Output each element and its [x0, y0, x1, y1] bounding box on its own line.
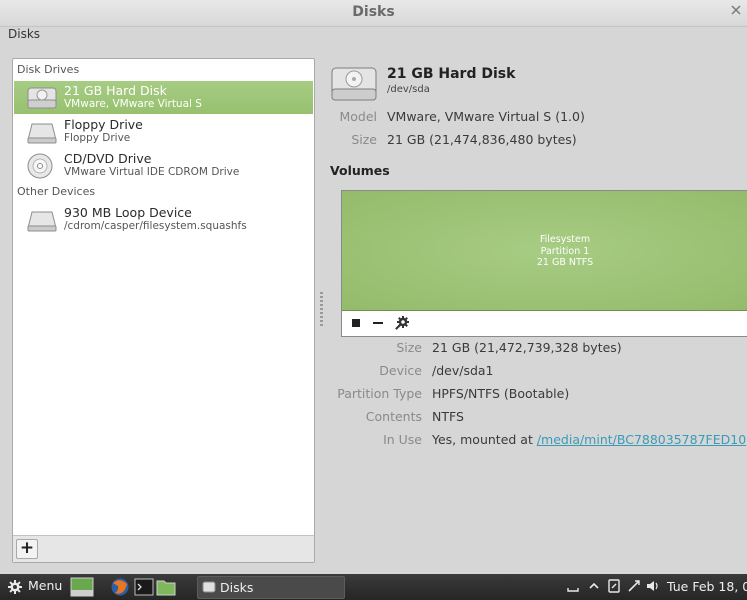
drive-subtitle: /cdrom/casper/filesystem.squashfs: [64, 220, 247, 232]
contents-value: NTFS: [432, 409, 464, 424]
taskbar-window-disks[interactable]: Disks: [197, 576, 345, 599]
gear-icon[interactable]: [394, 315, 410, 331]
volume-size-value: 21 GB (21,472,739,328 bytes): [432, 340, 622, 355]
volumes-header: Volumes: [330, 163, 390, 178]
volume-device-label: Device: [379, 363, 422, 378]
drive-item-cdrom[interactable]: CD/DVD Drive VMware Virtual IDE CDROM Dr…: [14, 149, 313, 182]
update-manager-icon[interactable]: [607, 579, 621, 593]
menu-disks[interactable]: Disks: [8, 27, 40, 41]
volume-device-value: /dev/sda1: [432, 363, 494, 378]
drive-item-floppy[interactable]: Floppy Drive Floppy Drive: [14, 115, 313, 148]
partition-line-3: 21 GB NTFS: [536, 257, 594, 268]
in-use-value: Yes, mounted at /media/mint/BC788035787F…: [432, 432, 746, 447]
drive-item-loop-device[interactable]: 930 MB Loop Device /cdrom/casper/filesys…: [14, 203, 313, 236]
taskbar: Menu Disks Tue Feb 18, 0: [0, 574, 747, 600]
loop-device-icon: [27, 211, 57, 232]
volume-icon[interactable]: [646, 579, 660, 593]
other-devices-header: Other Devices: [17, 185, 96, 198]
in-use-label: In Use: [383, 432, 422, 447]
partition-line-2: Partition 1: [540, 246, 590, 257]
window-titlebar: Disks: [0, 0, 747, 27]
volume-map: Filesystem Partition 1 21 GB NTFS: [341, 190, 747, 337]
hard-disk-icon: [27, 87, 57, 109]
partition-1-block[interactable]: Filesystem Partition 1 21 GB NTFS: [342, 191, 747, 311]
menu-gear-icon[interactable]: [7, 579, 23, 595]
in-use-prefix: Yes, mounted at: [432, 432, 537, 447]
chevron-up-icon[interactable]: [587, 579, 601, 593]
taskbar-window-label: Disks: [220, 580, 254, 595]
firefox-icon[interactable]: [110, 577, 130, 597]
drive-list-toolbar: +: [13, 535, 314, 562]
contents-label: Contents: [365, 409, 422, 424]
terminal-icon[interactable]: [134, 577, 154, 597]
add-disk-image-button[interactable]: +: [16, 539, 38, 559]
disk-drives-header: Disk Drives: [17, 63, 80, 76]
drive-name: CD/DVD Drive: [64, 151, 152, 166]
show-desktop-icon[interactable]: [70, 577, 94, 597]
taskbar-clock[interactable]: Tue Feb 18, 0: [667, 579, 747, 594]
window-close-button[interactable]: [731, 3, 741, 19]
delete-partition-button[interactable]: [370, 315, 386, 331]
disk-device-path: /dev/sda: [387, 84, 430, 95]
drive-name: 21 GB Hard Disk: [64, 83, 167, 98]
drive-subtitle: Floppy Drive: [64, 132, 131, 144]
close-icon: [731, 5, 741, 15]
volume-size-label: Size: [396, 340, 422, 355]
optical-drive-icon: [27, 153, 53, 179]
size-value: 21 GB (21,474,836,480 bytes): [387, 132, 577, 147]
drive-item-hard-disk[interactable]: 21 GB Hard Disk VMware, VMware Virtual S: [14, 81, 313, 114]
unmount-button[interactable]: [348, 315, 364, 331]
partition-type-label: Partition Type: [337, 386, 422, 401]
size-label: Size: [351, 132, 377, 147]
workspace-icon[interactable]: [566, 579, 580, 593]
volume-toolbar: [342, 311, 747, 336]
drive-name: Floppy Drive: [64, 117, 143, 132]
disks-app-icon: [202, 581, 216, 593]
files-icon[interactable]: [156, 577, 176, 597]
window-title: Disks: [352, 4, 395, 20]
drive-name: 930 MB Loop Device: [64, 205, 192, 220]
network-icon[interactable]: [627, 579, 641, 593]
model-label: Model: [339, 109, 377, 124]
partition-type-value: HPFS/NTFS (Bootable): [432, 386, 570, 401]
drive-list: Disk Drives 21 GB Hard Disk VMware, VMwa…: [12, 58, 315, 563]
drive-subtitle: VMware, VMware Virtual S: [64, 98, 202, 110]
floppy-drive-icon: [27, 123, 57, 144]
hard-disk-icon: [331, 67, 377, 101]
menubar: Disks: [0, 27, 747, 49]
partition-line-1: Filesystem: [539, 234, 591, 245]
disk-title: 21 GB Hard Disk: [387, 66, 516, 82]
pane-resize-handle[interactable]: [320, 292, 323, 326]
drive-subtitle: VMware Virtual IDE CDROM Drive: [64, 166, 240, 178]
menu-button[interactable]: Menu: [28, 578, 62, 593]
model-value: VMware, VMware Virtual S (1.0): [387, 109, 585, 124]
mount-point-link[interactable]: /media/mint/BC788035787FED10: [537, 432, 746, 447]
